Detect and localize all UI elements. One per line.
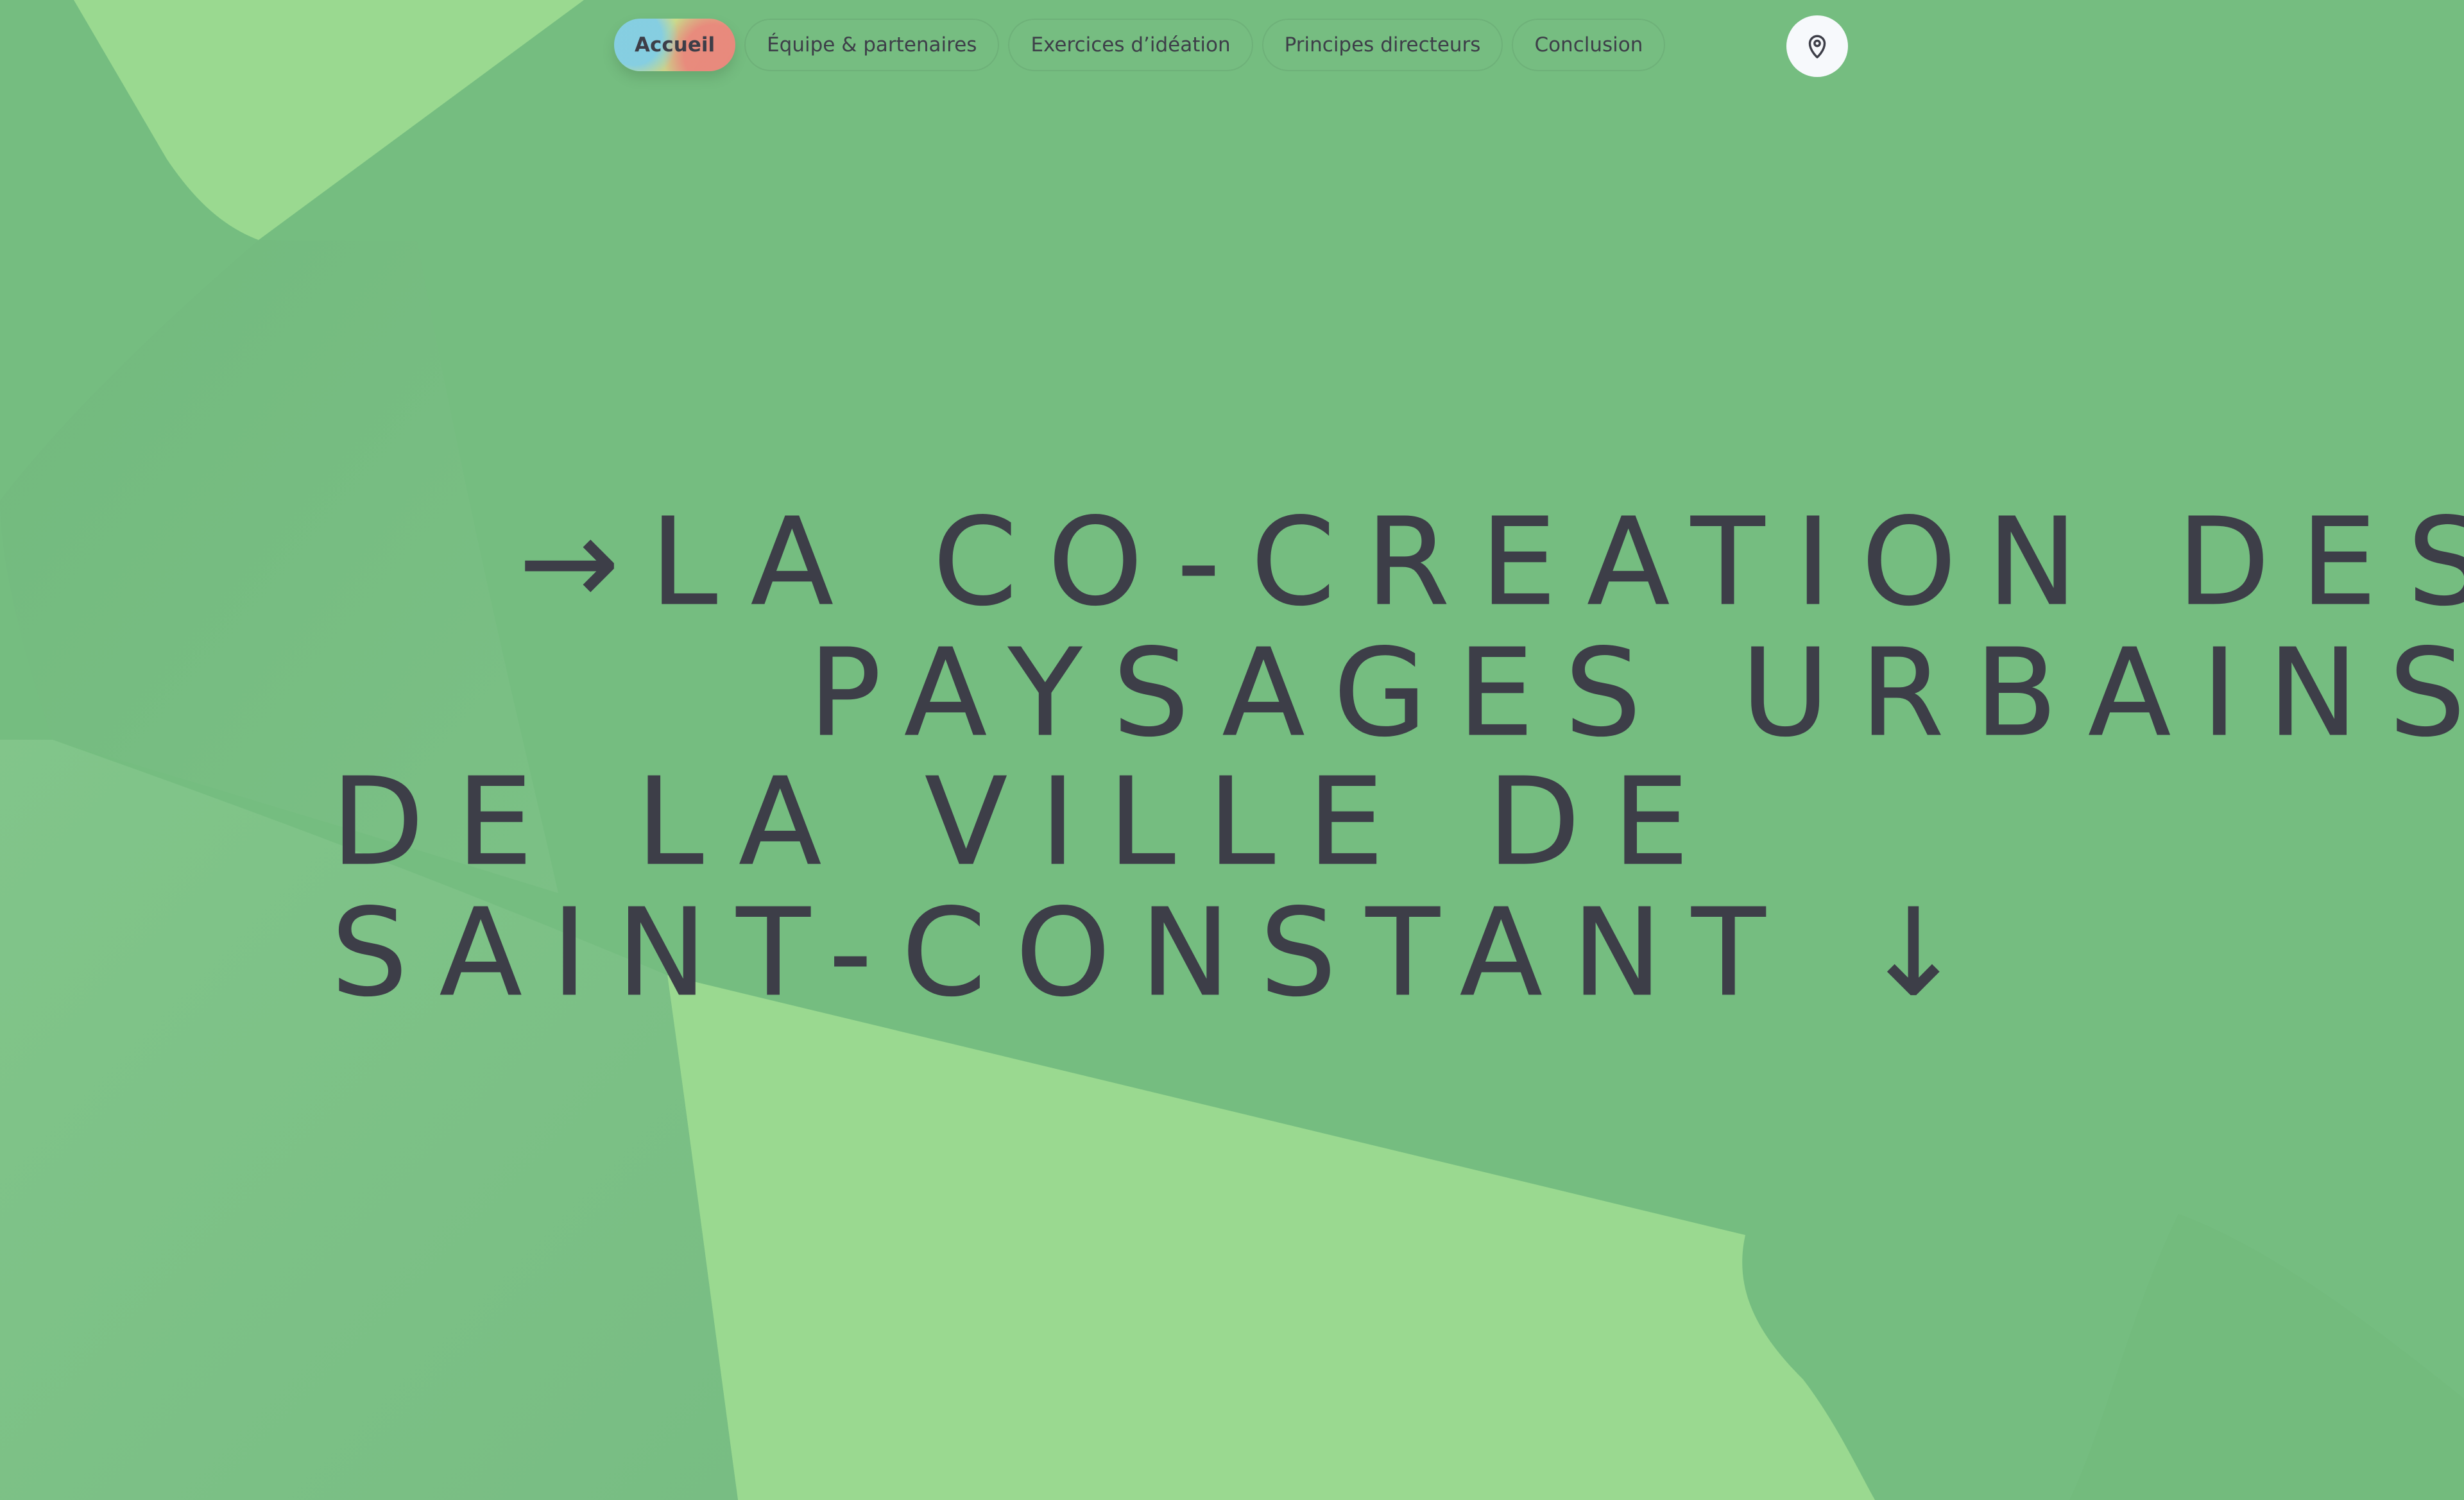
hero-title-line-2: PAYSAGES URBAINS	[808, 623, 2464, 763]
hero-title-line-1: →LA CO-CREATION DES	[518, 492, 2464, 633]
map-pin-icon	[1808, 35, 1826, 58]
main-navigation: Accueil Équipe & partenaires Exercices d…	[614, 19, 1666, 74]
nav-item-label: Équipe & partenaires	[767, 33, 977, 56]
nav-item-conclusion[interactable]: Conclusion	[1512, 19, 1666, 71]
nav-item-principes-directeurs[interactable]: Principes directeurs	[1262, 19, 1503, 71]
nav-item-accueil[interactable]: Accueil	[614, 19, 735, 71]
nav-item-exercices-ideation[interactable]: Exercices d’idéation	[1008, 19, 1253, 71]
hero-title-line-4: SAINT-CONSTANT ↓	[331, 883, 1994, 1023]
nav-item-label: Exercices d’idéation	[1031, 33, 1231, 56]
location-button[interactable]	[1786, 15, 1848, 77]
nav-item-label: Accueil	[635, 33, 715, 56]
nav-item-label: Conclusion	[1534, 33, 1643, 56]
hero-title-line-3: DE LA VILLE DE	[331, 752, 1722, 892]
nav-item-label: Principes directeurs	[1284, 33, 1481, 56]
nav-item-equipe-partenaires[interactable]: Équipe & partenaires	[744, 19, 1000, 71]
